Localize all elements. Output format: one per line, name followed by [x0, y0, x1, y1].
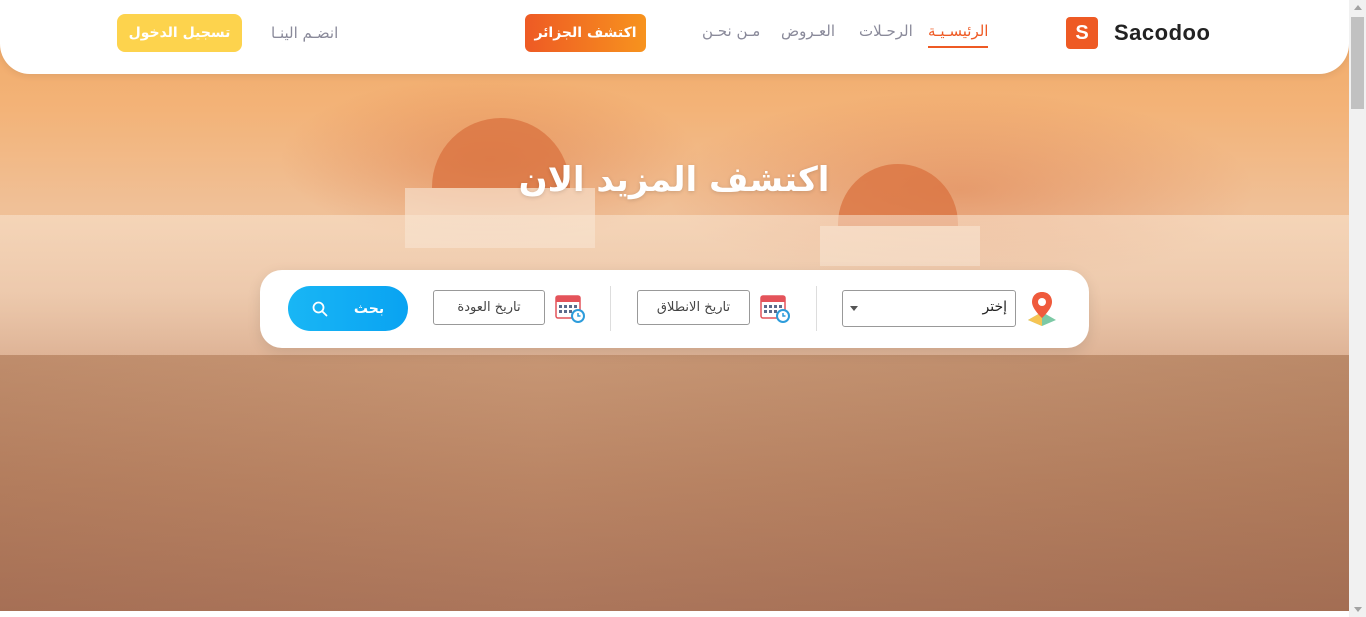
page-bottom-strip	[0, 611, 1349, 617]
scroll-up-arrow-icon[interactable]	[1354, 5, 1362, 10]
nav-item-trips[interactable]: الرحـلات	[859, 22, 913, 40]
calendar-icon	[555, 295, 585, 323]
destination-select-value: إختر	[982, 299, 1008, 315]
scrollbar-thumb[interactable]	[1351, 17, 1364, 109]
divider	[816, 286, 817, 331]
search-card: إختر تاريخ الانطلاق تاريخ العودة بحث	[260, 270, 1089, 348]
divider	[610, 286, 611, 331]
navbar: S Sacodoo الرئيسـيـة الرحـلات العـروض مـ…	[0, 0, 1349, 74]
explore-algeria-button[interactable]: اكتشف الجزائر	[525, 14, 646, 52]
search-button-label: بحث	[353, 300, 385, 317]
chevron-down-icon	[850, 306, 858, 311]
nav-item-home[interactable]: الرئيسـيـة	[928, 22, 989, 48]
nav-item-about[interactable]: مـن نحـن	[702, 22, 760, 40]
nav-item-offers[interactable]: العـروض	[781, 22, 835, 40]
destination-select[interactable]: إختر	[842, 290, 1016, 327]
search-icon	[312, 301, 328, 316]
map-pin-icon	[1028, 292, 1056, 326]
join-us-link[interactable]: انضـم الينـا	[271, 24, 338, 42]
brand[interactable]: S Sacodoo	[1066, 17, 1210, 49]
return-date-input[interactable]: تاريخ العودة	[433, 290, 545, 325]
cliff-layer	[0, 355, 1349, 611]
vertical-scrollbar[interactable]	[1349, 0, 1366, 617]
search-button[interactable]: بحث	[288, 286, 408, 331]
login-button[interactable]: تسجيل الدخول	[117, 14, 242, 52]
brand-name: Sacodoo	[1114, 20, 1211, 45]
calendar-icon	[760, 295, 790, 323]
hero-title: اكتشف المزيد الان	[518, 160, 830, 200]
scroll-down-arrow-icon[interactable]	[1354, 607, 1362, 612]
brand-logo-icon: S	[1066, 17, 1098, 49]
departure-date-input[interactable]: تاريخ الانطلاق	[637, 290, 750, 325]
